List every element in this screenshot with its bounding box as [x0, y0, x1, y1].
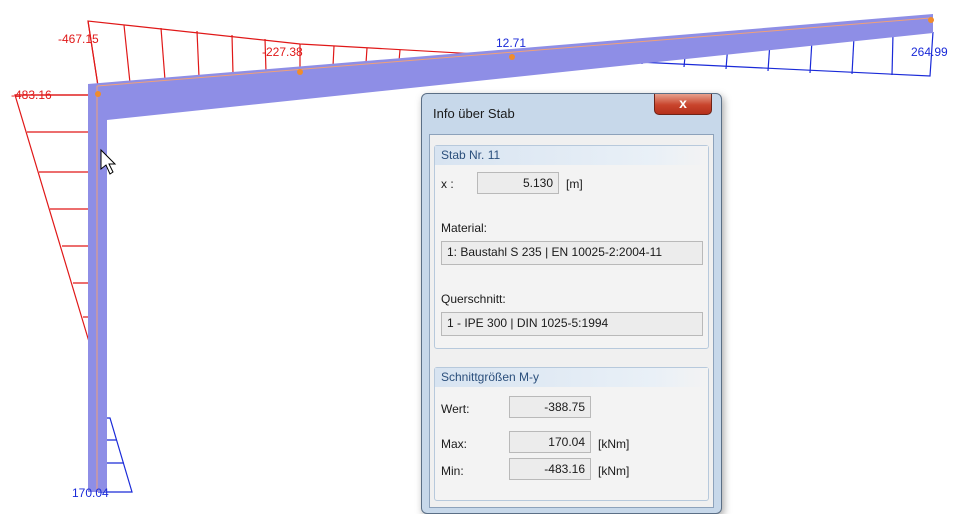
max-field[interactable]: 170.04: [509, 431, 591, 453]
material-label: Material:: [441, 221, 488, 235]
x-unit: [m]: [566, 177, 583, 191]
stab-group-header: Stab Nr. 11: [435, 146, 708, 165]
min-label: Min:: [441, 464, 464, 478]
min-field[interactable]: -483.16: [509, 458, 591, 480]
label-column-bottom: 170.04: [72, 486, 109, 500]
max-label: Max:: [441, 437, 468, 451]
close-button[interactable]: x: [654, 94, 712, 115]
label-beam-zero: 12.71: [496, 36, 526, 50]
info-dialog: Info über Stab x Stab Nr. 11 x : 5.130 […: [421, 93, 722, 514]
forces-group: Schnittgrößen M-y Wert: -388.75 Max: 170…: [434, 367, 709, 501]
section-label: Querschnitt:: [441, 292, 506, 306]
wert-label: Wert:: [441, 402, 470, 416]
wert-field[interactable]: -388.75: [509, 396, 591, 418]
forces-group-header: Schnittgrößen M-y: [435, 368, 708, 387]
label-left-top: -483.16: [11, 88, 52, 102]
x-value-field[interactable]: 5.130: [477, 172, 559, 194]
stab-group: Stab Nr. 11 x : 5.130 [m] Material: 1: B…: [434, 145, 709, 349]
section-field[interactable]: 1 - IPE 300 | DIN 1025-5:1994: [441, 312, 703, 336]
material-field[interactable]: 1: Baustahl S 235 | EN 10025-2:2004-11: [441, 241, 703, 265]
max-unit: [kNm]: [598, 437, 630, 451]
label-beam-mid: -227.38: [262, 45, 303, 59]
dialog-content: Stab Nr. 11 x : 5.130 [m] Material: 1: B…: [429, 134, 714, 508]
label-beam-right: 264.99: [911, 45, 948, 59]
min-unit: [kNm]: [598, 464, 630, 478]
dialog-title: Info über Stab: [433, 106, 515, 121]
label-beam-left: -467.15: [58, 32, 99, 46]
x-label: x :: [441, 177, 454, 191]
